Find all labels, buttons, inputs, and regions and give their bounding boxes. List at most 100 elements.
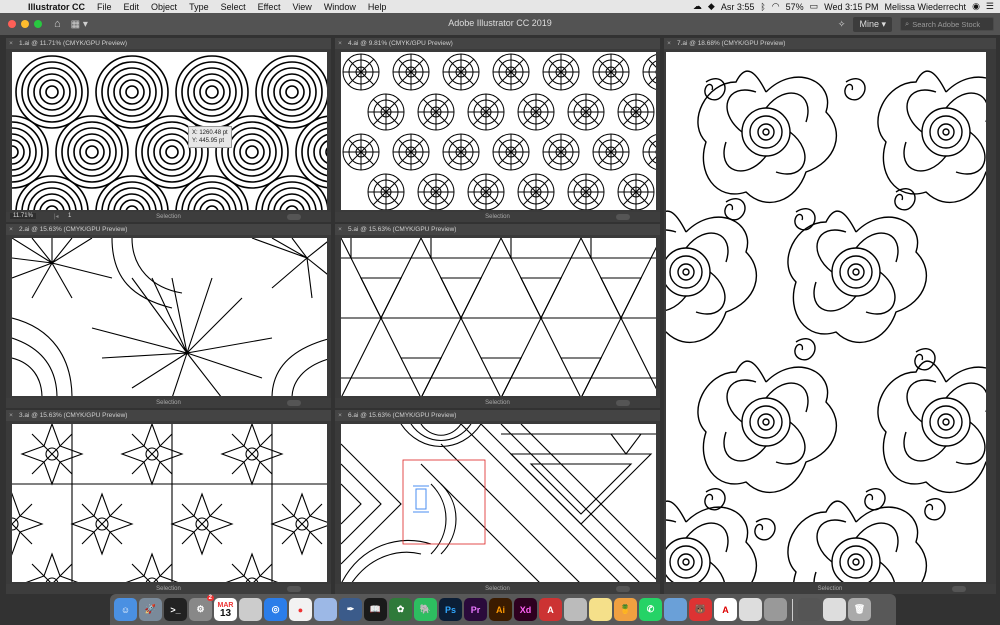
menu-select[interactable]: Select: [215, 2, 252, 12]
system-preferences-icon[interactable]: ⚙ 2: [189, 595, 214, 621]
quill-icon[interactable]: ✒: [339, 598, 362, 621]
document-tab-5[interactable]: × 5.ai @ 15.63% (CMYK/GPU Preview): [335, 224, 660, 235]
artboard-6[interactable]: [341, 424, 656, 582]
libraries-dropdown[interactable]: Mine ▾: [853, 16, 892, 32]
menu-edit[interactable]: Edit: [118, 2, 146, 12]
bear-icon[interactable]: 🐻: [689, 598, 712, 621]
artwork-concentric-arcs: [12, 55, 327, 210]
document-panel-5: × 5.ai @ 15.63% (CMYK/GPU Preview) Select…: [335, 224, 660, 408]
menu-view[interactable]: View: [286, 2, 317, 12]
kindle-icon[interactable]: 📖: [364, 598, 387, 621]
calendar-icon[interactable]: MAR 13: [214, 598, 237, 621]
whatsapp-icon[interactable]: ✆: [639, 598, 662, 621]
mail-stack-icon[interactable]: [823, 598, 846, 621]
close-icon[interactable]: ×: [6, 226, 16, 233]
artboard-2[interactable]: [12, 238, 327, 396]
artboard-1[interactable]: X: 1260.48 pt Y: 445.95 pt: [12, 52, 327, 210]
preview-photos-icon[interactable]: [664, 598, 687, 621]
close-icon[interactable]: ×: [664, 40, 674, 47]
launchpad-icon[interactable]: 🚀: [139, 598, 162, 621]
stock-search-input[interactable]: ⌕ Search Adobe Stock: [900, 17, 994, 31]
close-icon[interactable]: ×: [335, 226, 345, 233]
illustrator-icon[interactable]: Ai: [489, 598, 512, 621]
minimize-window-button[interactable]: [21, 20, 29, 28]
dock-separator: [792, 598, 793, 621]
scroll-handle[interactable]: [952, 586, 966, 592]
artboard-7[interactable]: [666, 52, 986, 582]
document-status-bar-6: Selection: [335, 584, 660, 594]
status-tool: Selection: [156, 214, 181, 220]
artwork-radiating-curves: [12, 238, 327, 396]
terminal-icon[interactable]: >_: [164, 598, 187, 621]
wifi-icon[interactable]: ◠: [772, 1, 780, 12]
selected-path-highlight: [413, 485, 429, 513]
lightbulb-icon[interactable]: ✧: [838, 19, 846, 30]
user-name[interactable]: Melissa Wiederrecht: [885, 2, 967, 12]
finder-icon[interactable]: ☺: [114, 598, 137, 621]
premiere-icon[interactable]: Pr: [464, 598, 487, 621]
chrome-icon[interactable]: ●: [289, 598, 312, 621]
dictionary-icon[interactable]: A: [539, 598, 562, 621]
menu-file[interactable]: File: [91, 2, 118, 12]
menu-window[interactable]: Window: [318, 2, 362, 12]
xd-icon[interactable]: Xd: [514, 598, 537, 621]
close-window-button[interactable]: [8, 20, 16, 28]
photo-icon[interactable]: [564, 598, 587, 621]
artwork-swirl-mandala: [666, 70, 986, 582]
close-icon[interactable]: ×: [6, 40, 16, 47]
document-status-bar-7: Selection: [664, 584, 996, 594]
menu-app-name[interactable]: Illustrator CC: [22, 2, 91, 12]
scroll-handle[interactable]: [616, 214, 630, 220]
photoshop-icon[interactable]: Ps: [439, 598, 462, 621]
document-tab-2[interactable]: × 2.ai @ 15.63% (CMYK/GPU Preview): [6, 224, 331, 235]
scroll-handle[interactable]: [287, 400, 301, 406]
close-icon[interactable]: ×: [335, 40, 345, 47]
folder-icon[interactable]: [798, 598, 821, 621]
safari-icon[interactable]: ◎: [264, 598, 287, 621]
trash-icon[interactable]: 🗑: [848, 598, 871, 621]
scroll-handle[interactable]: [616, 586, 630, 592]
prayer-time[interactable]: Asr 3:55: [721, 2, 755, 12]
screenshot-icon[interactable]: [764, 598, 787, 621]
dropbox-icon[interactable]: ◆: [708, 1, 715, 12]
scroll-handle[interactable]: [287, 214, 301, 220]
document-tab-6[interactable]: × 6.ai @ 15.63% (CMYK/GPU Preview): [335, 410, 660, 421]
bluetooth-icon[interactable]: ᛒ: [760, 2, 765, 12]
battery-percent[interactable]: 57%: [786, 2, 804, 12]
clock[interactable]: Wed 3:15 PM: [824, 2, 878, 12]
preview-icon[interactable]: [314, 598, 337, 621]
notification-center-icon[interactable]: ☰: [986, 1, 994, 12]
document-panel-6: × 6.ai @ 15.63% (CMYK/GPU Preview) Select…: [335, 410, 660, 594]
battery-icon[interactable]: ▭: [810, 1, 819, 12]
document-panel-2: × 2.ai @ 15.63% (CMYK/GPU Preview) Select…: [6, 224, 331, 408]
menu-type[interactable]: Type: [183, 2, 215, 12]
close-icon[interactable]: ×: [335, 412, 345, 419]
artboard-5[interactable]: [341, 238, 656, 396]
zoom-window-button[interactable]: [34, 20, 42, 28]
creative-cloud-icon[interactable]: ☁: [693, 1, 702, 12]
acrobat-icon[interactable]: A: [714, 598, 737, 621]
siri-icon[interactable]: ◉: [972, 1, 980, 12]
fruit-icon[interactable]: 🍍: [614, 598, 637, 621]
home-icon[interactable]: ⌂: [54, 18, 61, 30]
artboard-4[interactable]: [341, 52, 656, 210]
document-status-bar-5: Selection: [335, 398, 660, 408]
scroll-handle[interactable]: [287, 586, 301, 592]
menu-effect[interactable]: Effect: [252, 2, 287, 12]
document-tab-7[interactable]: × 7.ai @ 18.68% (CMYK/GPU Preview): [664, 38, 996, 49]
close-icon[interactable]: ×: [6, 412, 16, 419]
papers-icon[interactable]: [739, 598, 762, 621]
menu-object[interactable]: Object: [145, 2, 183, 12]
quran-icon[interactable]: ✿: [389, 598, 412, 621]
stickies-icon[interactable]: [589, 598, 612, 621]
notes-icon[interactable]: [239, 598, 262, 621]
evernote-icon[interactable]: 🐘: [414, 598, 437, 621]
document-tab-4[interactable]: × 4.ai @ 9.81% (CMYK/GPU Preview): [335, 38, 660, 49]
document-panel-3: × 3.ai @ 15.63% (CMYK/GPU Preview) Select…: [6, 410, 331, 594]
artboard-3[interactable]: [12, 424, 327, 582]
scroll-handle[interactable]: [616, 400, 630, 406]
document-tab-1[interactable]: × 1.ai @ 11.71% (CMYK/GPU Preview): [6, 38, 331, 49]
arrange-documents-icon[interactable]: ▦ ▾: [71, 19, 88, 30]
document-tab-3[interactable]: × 3.ai @ 15.63% (CMYK/GPU Preview): [6, 410, 331, 421]
menu-help[interactable]: Help: [362, 2, 393, 12]
